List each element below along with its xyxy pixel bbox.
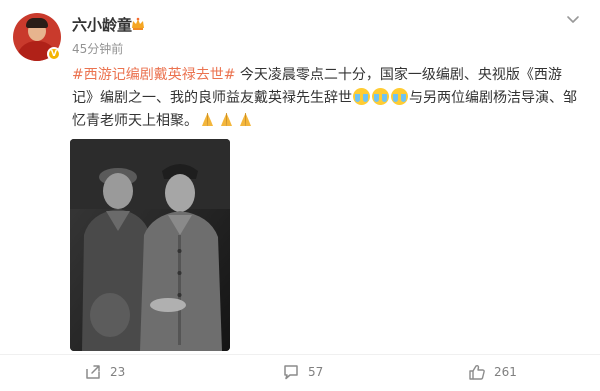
comment-count: 57 [308,365,324,379]
repost-button[interactable]: 23 [84,360,125,384]
pray-emoji-icon [221,113,232,126]
crying-emoji-icon [391,88,408,105]
bw-portrait-image [70,139,230,351]
pray-emoji-icon [202,113,213,126]
like-icon [469,364,485,380]
comment-icon [284,365,298,380]
pray-emoji-icon [240,113,251,126]
crying-emoji-icon [353,88,370,105]
like-count: 261 [494,365,517,379]
like-button[interactable]: 261 [468,360,517,384]
comment-button[interactable]: 57 [282,360,323,384]
footer-divider [0,354,600,355]
verified-badge: V [47,47,61,61]
crown-icon [132,17,144,30]
post-timestamp[interactable]: 45分钟前 [72,42,123,56]
post-photo[interactable] [70,139,230,351]
chevron-down-icon[interactable] [564,10,582,28]
weibo-post-card: V 六小龄童 45分钟前 #西游记编剧戴英禄去世# 今天凌晨零点二十分，国家一级… [0,0,600,391]
author-name[interactable]: 六小龄童 [72,16,132,34]
repost-icon [86,365,100,379]
post-text: #西游记编剧戴英禄去世# 今天凌晨零点二十分，国家一级编剧、央视版《西游记》编剧… [72,64,580,133]
avatar-figure-hair [26,18,48,28]
repost-count: 23 [110,365,126,379]
crying-emoji-icon [372,88,389,105]
hashtag-link[interactable]: #西游记编剧戴英禄去世# [72,67,235,83]
